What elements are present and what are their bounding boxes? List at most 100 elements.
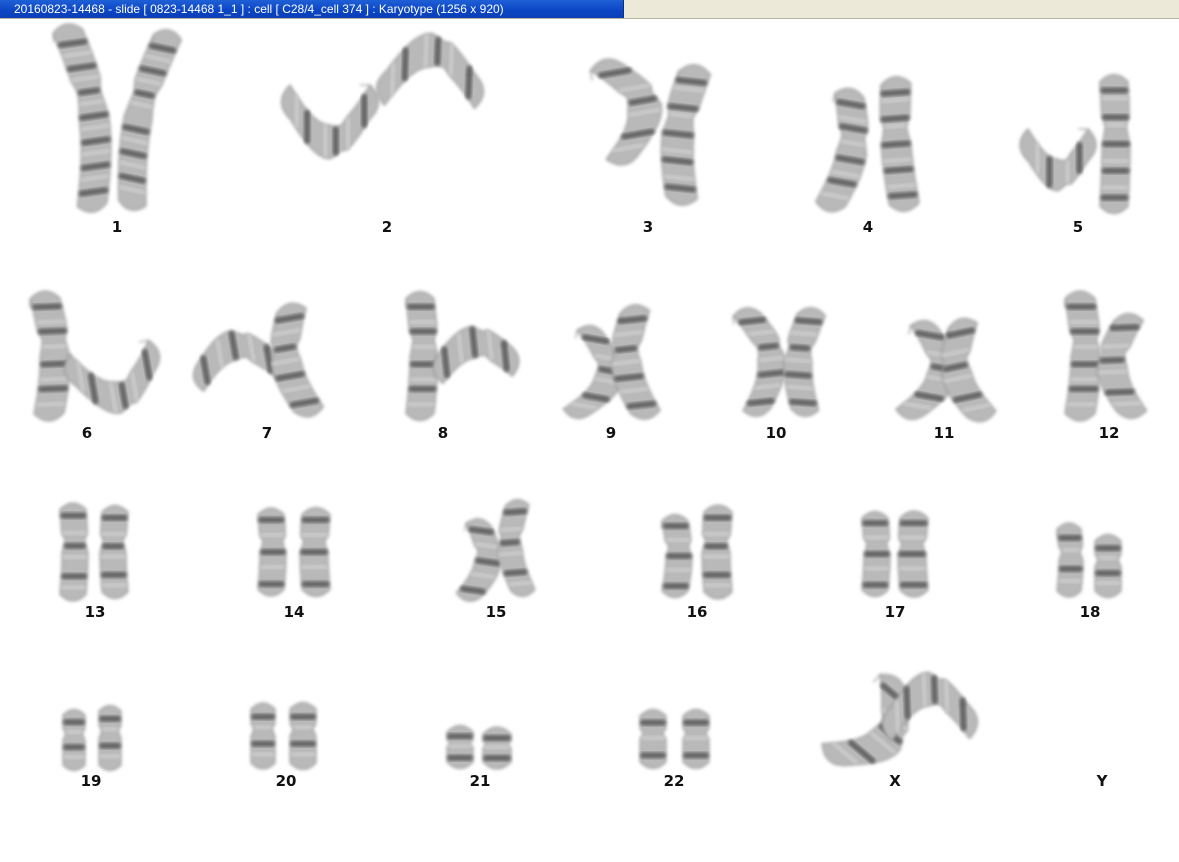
chromosome-8-homolog-1[interactable] <box>405 291 439 421</box>
chromosome-19-homolog-2[interactable] <box>98 705 122 771</box>
chromosome-pair-9[interactable] <box>562 303 661 425</box>
chromosome-band <box>1101 114 1130 121</box>
chromosome-21-homolog-2[interactable] <box>482 726 512 770</box>
chromosome-4-homolog-1[interactable] <box>814 86 877 216</box>
window-title-bar[interactable]: 20160823-14468 - slide [ 0823-14468 1_1 … <box>0 0 624 18</box>
chromosome-label-15: 15 <box>485 603 507 621</box>
chromosome-label-14: 14 <box>283 603 305 621</box>
chromosome-band <box>99 742 121 749</box>
chromosome-band <box>346 116 351 150</box>
chromosome-10-homolog-2[interactable] <box>780 306 826 417</box>
chromosome-3-homolog-2[interactable] <box>655 62 712 207</box>
chromosome-pair-22[interactable] <box>639 709 710 769</box>
chromosome-band <box>60 512 87 519</box>
chromosome-band <box>483 745 511 749</box>
chromosome-12-homolog-2[interactable] <box>1095 313 1148 420</box>
chromosome-pair-7[interactable] <box>187 301 325 422</box>
chromosome-label-y: Y <box>1096 772 1108 790</box>
chromosome-pair-13[interactable] <box>59 502 129 602</box>
chromosome-8-homolog-2[interactable] <box>429 322 520 385</box>
chromosome-pair-12[interactable] <box>1064 290 1148 422</box>
chromosome-13-homolog-1[interactable] <box>59 502 89 602</box>
chromosome-pair-21[interactable] <box>446 725 512 770</box>
chromosome-band <box>100 531 127 536</box>
chromosome-14-homolog-1[interactable] <box>257 507 287 597</box>
chromosome-pair-11[interactable] <box>895 316 998 428</box>
chromosome-pair-1[interactable] <box>52 20 183 214</box>
chromosome-1-homolog-2[interactable] <box>106 25 183 213</box>
chromosome-band <box>1068 320 1099 325</box>
chromosome-band <box>1058 565 1083 572</box>
chromosome-10-homolog-1[interactable] <box>732 304 791 417</box>
chromosome-band <box>903 685 911 720</box>
chromosome-6-homolog-2[interactable] <box>62 339 168 422</box>
chromosome-band <box>1100 87 1129 94</box>
chromosome-band <box>253 725 273 730</box>
chromosome-3-homolog-1[interactable] <box>589 51 671 167</box>
chromosome-band <box>294 93 299 128</box>
chromosome-band <box>1100 185 1129 190</box>
chromosome-20-homolog-1[interactable] <box>250 702 276 770</box>
chromosome-band <box>300 565 329 570</box>
chromosome-pair-19[interactable] <box>62 705 122 771</box>
chromosome-16-homolog-1[interactable] <box>661 514 693 598</box>
chromosome-22-homolog-2[interactable] <box>682 709 710 769</box>
chromosome-12-homolog-1[interactable] <box>1064 290 1102 422</box>
chromosome-band <box>101 543 125 550</box>
chromosome-band <box>290 713 316 720</box>
chromosome-label-20: 20 <box>275 772 297 790</box>
chromosome-band <box>666 553 692 559</box>
chromosome-4-homolog-2[interactable] <box>876 76 920 213</box>
chromosome-pair-18[interactable] <box>1056 522 1122 598</box>
chromosome-14-homolog-2[interactable] <box>299 507 331 597</box>
chromosome-label-13: 13 <box>84 603 106 621</box>
chromosome-pair-4[interactable] <box>814 76 920 217</box>
chromosome-band <box>361 93 368 128</box>
chromosome-pair-17[interactable] <box>861 510 929 598</box>
chromosome-6-homolog-1[interactable] <box>29 290 72 422</box>
chromosome-9-homolog-2[interactable] <box>605 303 661 422</box>
chromosome-2-homolog-1[interactable] <box>281 84 379 160</box>
chromosome-band <box>483 735 511 741</box>
chromosome-pair-15[interactable] <box>455 499 536 605</box>
chromosome-band <box>63 754 85 759</box>
chromosome-17-homolog-2[interactable] <box>897 510 929 598</box>
chromosome-pair-2[interactable] <box>281 31 486 160</box>
chromosome-pair-8[interactable] <box>405 291 520 421</box>
chromosome-band <box>101 583 128 588</box>
chromosome-15-homolog-2[interactable] <box>495 499 536 598</box>
chromosome-body <box>98 705 122 771</box>
chromosome-1-homolog-1[interactable] <box>52 20 122 214</box>
chromosome-2-homolog-2[interactable] <box>376 31 486 110</box>
chromosome-band <box>683 719 709 726</box>
chromosome-22-homolog-1[interactable] <box>639 709 667 769</box>
chromosome-body <box>1019 128 1097 192</box>
chromosome-band <box>1095 545 1121 552</box>
chromosome-pair-16[interactable] <box>661 504 733 600</box>
chromosome-pair-3[interactable] <box>589 51 712 207</box>
chromosome-pair-5[interactable] <box>1019 74 1131 214</box>
chromosome-13-homolog-2[interactable] <box>99 505 129 599</box>
chromosome-pair-14[interactable] <box>257 507 331 597</box>
chromosome-18-homolog-1[interactable] <box>1056 522 1084 598</box>
chromosome-label-2: 2 <box>381 218 393 236</box>
chromosome-label-19: 19 <box>80 772 102 790</box>
chromosome-17-homolog-1[interactable] <box>861 511 891 597</box>
chromosome-band <box>1066 303 1097 310</box>
chromosome-band <box>251 752 275 757</box>
chromosome-pair-6[interactable] <box>29 290 168 422</box>
chromosome-band <box>662 583 689 589</box>
chromosome-5-homolog-1[interactable] <box>1019 128 1097 192</box>
chromosome-body <box>1056 522 1084 598</box>
chromosome-19-homolog-1[interactable] <box>62 709 86 771</box>
chromosome-7-homolog-1[interactable] <box>187 323 285 393</box>
chromosome-pair-20[interactable] <box>250 702 317 770</box>
chromosome-20-homolog-2[interactable] <box>289 702 317 770</box>
chromosome-21-homolog-1[interactable] <box>446 725 474 769</box>
chromosome-5-homolog-2[interactable] <box>1099 74 1131 214</box>
chromosome-band <box>1035 142 1040 174</box>
chromosome-18-homolog-2[interactable] <box>1094 534 1122 598</box>
chromosome-pair-10[interactable] <box>732 304 826 417</box>
chromosome-15-homolog-1[interactable] <box>455 517 506 605</box>
chromosome-16-homolog-2[interactable] <box>701 504 733 600</box>
